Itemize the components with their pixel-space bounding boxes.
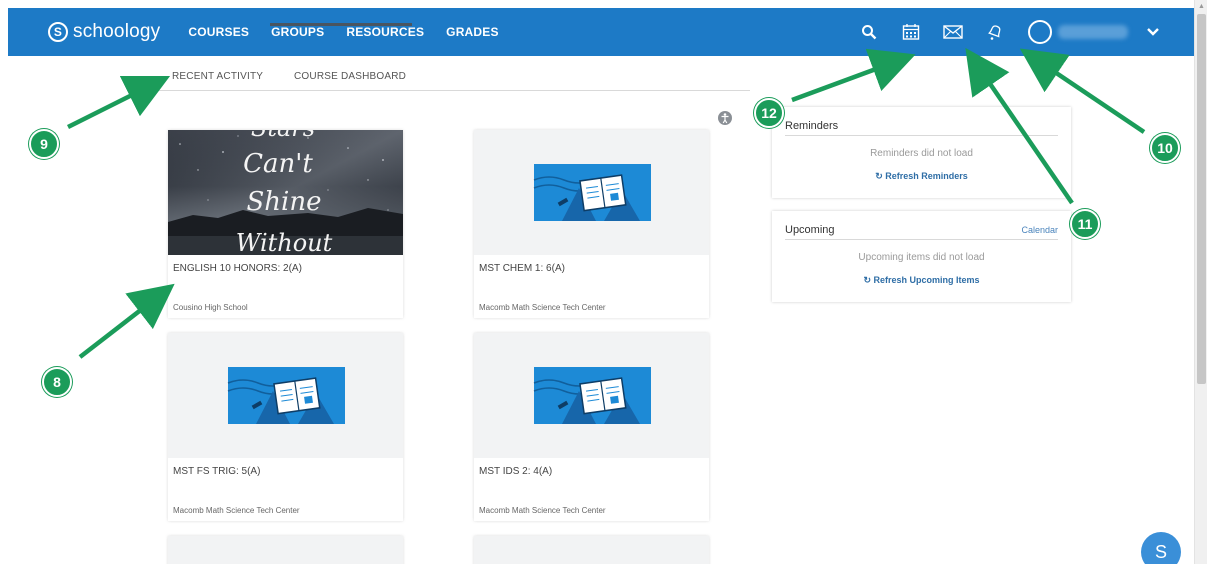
search-icon[interactable] <box>858 21 880 43</box>
image-text-line4: Without <box>236 229 333 255</box>
callout-9: 9 <box>29 129 59 159</box>
upcoming-title: Upcoming <box>785 224 835 236</box>
envelope-icon[interactable] <box>942 21 964 43</box>
scroll-up-icon[interactable]: ▲ <box>1198 3 1205 10</box>
arrow-9 <box>66 75 171 130</box>
reminders-panel: Reminders Reminders did not load ↻ Refre… <box>772 107 1071 198</box>
course-title[interactable]: ENGLISH 10 HONORS: 2(A) <box>173 263 302 274</box>
tab-course-dashboard[interactable]: COURSE DASHBOARD <box>294 71 406 82</box>
course-title[interactable]: MST FS TRIG: 5(A) <box>173 466 260 477</box>
nav-grades[interactable]: GRADES <box>446 25 499 39</box>
refresh-icon: ↻ <box>863 275 874 285</box>
callout-12: 12 <box>754 98 784 128</box>
page-scrollbar[interactable]: ▲ <box>1194 0 1207 564</box>
course-card-english[interactable]: Stars Can't Shine Without ENGLISH 10 HON… <box>168 130 403 318</box>
chevron-down-icon[interactable] <box>1142 21 1164 43</box>
course-school: Macomb Math Science Tech Center <box>479 506 606 515</box>
refresh-icon: ↻ <box>875 171 886 181</box>
course-title[interactable]: MST CHEM 1: 6(A) <box>479 263 565 274</box>
course-image-stars: Stars Can't Shine Without <box>168 130 403 255</box>
image-text-line2: Can't <box>243 149 313 179</box>
nav-actions <box>838 8 1164 56</box>
refresh-reminders-label: Refresh Reminders <box>885 171 968 181</box>
navbar: S schoology COURSES GROUPS RESOURCES GRA… <box>8 8 1194 56</box>
reminders-title: Reminders <box>785 120 839 132</box>
reminders-message: Reminders did not load <box>870 148 973 159</box>
course-school: Macomb Math Science Tech Center <box>479 303 606 312</box>
calendar-icon[interactable] <box>900 21 922 43</box>
divider <box>785 239 1058 240</box>
help-fab-button[interactable]: S <box>1141 532 1181 564</box>
stage: S schoology COURSES GROUPS RESOURCES GRA… <box>0 0 1207 564</box>
upcoming-panel: Upcoming Calendar Upcoming items did not… <box>772 211 1071 302</box>
course-card-partial[interactable] <box>474 536 709 564</box>
accessibility-icon[interactable] <box>718 111 732 125</box>
course-school: Macomb Math Science Tech Center <box>173 506 300 515</box>
username-redacted <box>1058 25 1128 39</box>
bell-icon[interactable] <box>984 21 1006 43</box>
active-tab-indicator <box>270 23 412 26</box>
tab-recent-activity[interactable]: RECENT ACTIVITY <box>172 71 263 82</box>
brand-name: schoology <box>73 21 161 42</box>
refresh-upcoming-label: Refresh Upcoming Items <box>873 275 980 285</box>
arrow-8 <box>78 283 175 359</box>
refresh-reminders-link[interactable]: ↻ Refresh Reminders <box>772 171 1071 182</box>
nav-groups[interactable]: GROUPS <box>271 25 324 39</box>
top-strip <box>0 0 1207 8</box>
course-image-default <box>474 130 709 255</box>
course-card-chem[interactable]: MST CHEM 1: 6(A) Macomb Math Science Tec… <box>474 130 709 318</box>
logo-mark-icon: S <box>48 22 68 42</box>
course-card-ids[interactable]: MST IDS 2: 4(A) Macomb Math Science Tech… <box>474 333 709 521</box>
user-avatar[interactable] <box>1028 20 1052 44</box>
course-card-trig[interactable]: MST FS TRIG: 5(A) Macomb Math Science Te… <box>168 333 403 521</box>
course-school: Cousino High School <box>173 303 248 312</box>
divider <box>785 135 1058 136</box>
image-text-line3: Shine <box>246 187 321 217</box>
callout-8: 8 <box>42 367 72 397</box>
course-image-default <box>168 333 403 458</box>
callout-10: 10 <box>1150 133 1180 163</box>
course-image-default <box>474 333 709 458</box>
nav-courses[interactable]: COURSES <box>188 25 249 39</box>
course-title[interactable]: MST IDS 2: 4(A) <box>479 466 552 477</box>
callout-11: 11 <box>1070 209 1100 239</box>
upcoming-message: Upcoming items did not load <box>858 252 985 263</box>
arrow-12 <box>791 48 916 103</box>
scroll-thumb[interactable] <box>1197 14 1206 384</box>
course-card-partial[interactable] <box>168 536 403 564</box>
calendar-link[interactable]: Calendar <box>1021 225 1058 235</box>
refresh-upcoming-link[interactable]: ↻ Refresh Upcoming Items <box>772 275 1071 286</box>
nav-resources[interactable]: RESOURCES <box>346 25 424 39</box>
dashboard-tabs: RECENT ACTIVITY COURSE DASHBOARD <box>150 66 750 91</box>
main-nav: COURSES GROUPS RESOURCES GRADES <box>188 25 520 39</box>
image-text-line1: Stars <box>251 130 315 142</box>
schoology-logo[interactable]: S schoology <box>48 21 160 43</box>
